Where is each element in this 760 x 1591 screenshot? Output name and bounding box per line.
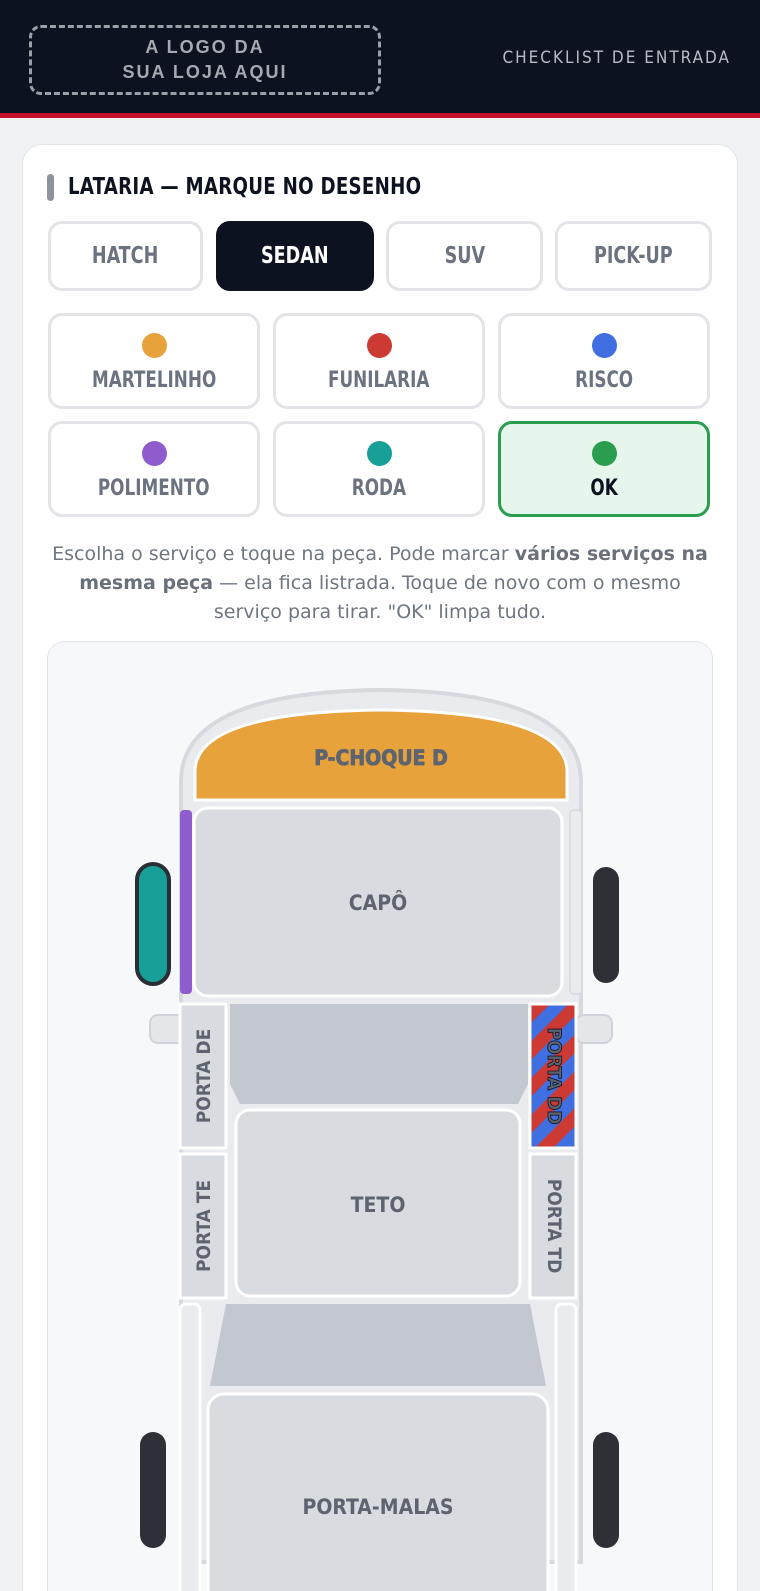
part-label: CAPÔ bbox=[349, 890, 407, 915]
vehicle-type-label: PICK-UP bbox=[594, 243, 673, 269]
green-dot-icon bbox=[591, 441, 617, 466]
vehicle-type-label: SUV bbox=[444, 243, 485, 269]
part-label: P-CHOQUE D bbox=[314, 746, 448, 770]
vehicle-type-sedan-button[interactable]: SEDAN bbox=[216, 221, 374, 291]
teal-dot-icon bbox=[366, 441, 392, 466]
part-fender-rear-left[interactable] bbox=[178, 1302, 202, 1591]
vehicle-type-label: HATCH bbox=[92, 243, 159, 269]
part-label: TETO bbox=[351, 1193, 406, 1217]
help-text-part: Escolha o serviço e toque na peça. Pode … bbox=[52, 543, 515, 565]
vehicle-type-hatch-button[interactable]: HATCH bbox=[48, 221, 203, 291]
red-dot-icon bbox=[366, 333, 392, 358]
wheel-front-left[interactable] bbox=[135, 862, 171, 986]
orange-dot-icon bbox=[141, 333, 167, 358]
part-label: PORTA DD bbox=[543, 1027, 565, 1124]
car-diagram-svg: P-CHOQUE D CAPÔ PORTA DE PORTA DD PORTA … bbox=[135, 687, 619, 1591]
service-label: RODA bbox=[351, 476, 407, 501]
vehicle-type-suv-button[interactable]: SUV bbox=[386, 221, 543, 291]
part-fender-front-left[interactable] bbox=[180, 810, 192, 994]
wheel-rear-left[interactable] bbox=[140, 1432, 166, 1548]
service-label: MARTELINHO bbox=[91, 368, 217, 393]
part-label: PORTA-MALAS bbox=[303, 1495, 454, 1519]
app-header: A LOGO DA SUA LOJA AQUI CHECKLIST DE ENT… bbox=[0, 0, 760, 118]
section-title: LATARIA — MARQUE NO DESENHO bbox=[68, 174, 422, 200]
section-marker bbox=[47, 173, 54, 201]
section-header: LATARIA — MARQUE NO DESENHO bbox=[47, 172, 470, 202]
wheel-front-right[interactable] bbox=[593, 867, 619, 983]
page-title: CHECKLIST DE ENTRADA bbox=[502, 48, 731, 68]
service-risco-button[interactable]: RISCO bbox=[498, 313, 710, 409]
service-roda-button[interactable]: RODA bbox=[273, 421, 485, 517]
car-diagram: P-CHOQUE D CAPÔ PORTA DE PORTA DD PORTA … bbox=[47, 641, 713, 1591]
service-polimento-button[interactable]: POLIMENTO bbox=[48, 421, 260, 517]
purple-dot-icon bbox=[141, 441, 167, 466]
part-fender-rear-right[interactable] bbox=[554, 1302, 578, 1591]
service-label: RISCO bbox=[575, 368, 633, 393]
logo-placeholder-text: A LOGO DA SUA LOJA AQUI bbox=[122, 37, 288, 82]
part-label: PORTA TD bbox=[543, 1179, 565, 1274]
vehicle-type-label: SEDAN bbox=[261, 243, 329, 269]
part-label: PORTA DE bbox=[193, 1029, 215, 1124]
service-ok-button[interactable]: OK bbox=[498, 421, 710, 517]
rear-window bbox=[210, 1304, 546, 1386]
vehicle-type-pickup-button[interactable]: PICK-UP bbox=[555, 221, 712, 291]
help-text: Escolha o serviço e toque na peça. Pode … bbox=[47, 540, 713, 627]
wheel-rear-right[interactable] bbox=[593, 1432, 619, 1548]
part-label: PORTA TE bbox=[193, 1180, 215, 1272]
service-label: POLIMENTO bbox=[98, 476, 210, 501]
logo-placeholder[interactable]: A LOGO DA SUA LOJA AQUI bbox=[29, 25, 381, 95]
part-fender-front-right[interactable] bbox=[569, 809, 583, 995]
service-label: FUNILARIA bbox=[328, 368, 430, 393]
help-text-part: — ela fica listrada. Toque de novo com o… bbox=[213, 572, 681, 623]
mirror-right bbox=[575, 1014, 613, 1044]
part-trunk[interactable] bbox=[206, 1392, 550, 1591]
service-funilaria-button[interactable]: FUNILARIA bbox=[273, 313, 485, 409]
service-label: OK bbox=[590, 476, 618, 501]
service-martelinho-button[interactable]: MARTELINHO bbox=[48, 313, 260, 409]
blue-dot-icon bbox=[591, 333, 617, 358]
windshield bbox=[230, 1004, 528, 1104]
